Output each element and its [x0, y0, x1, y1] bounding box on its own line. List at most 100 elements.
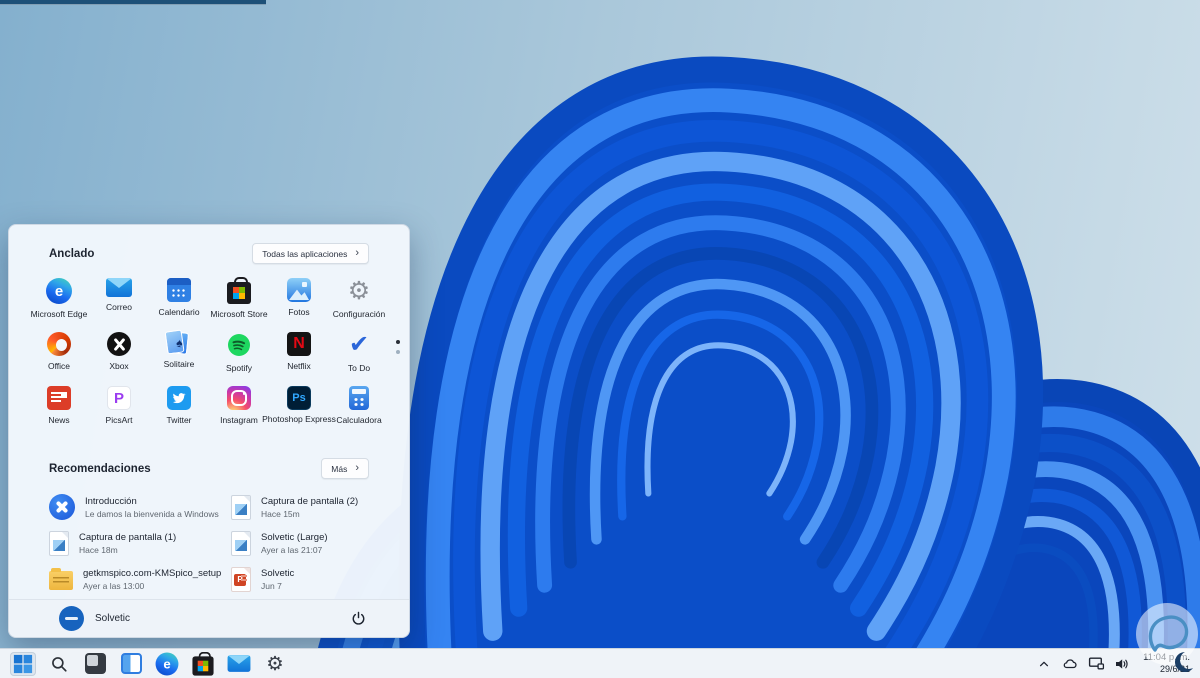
rec-subtitle: Ayer a las 21:07: [261, 544, 323, 555]
task-view-button[interactable]: [82, 652, 108, 676]
recommended-item-solvetic-ppt[interactable]: P Solvetic Jun 7: [231, 561, 369, 597]
time-text: 11:04: [1143, 652, 1167, 664]
settings-gear-icon: ⚙: [347, 276, 371, 305]
rec-title: Solvetic: [261, 567, 295, 579]
edge-icon: e: [155, 652, 179, 675]
recommended-grid: Introducción Le damos la bienvenida a Wi…: [49, 489, 369, 597]
instagram-icon: [227, 386, 251, 410]
recommended-item-kmspico-setup[interactable]: getkmspico.com-KMSpico_setup Ayer a las …: [49, 561, 221, 597]
edge-icon: e: [46, 278, 72, 304]
office-icon: [47, 332, 71, 356]
rec-title: Captura de pantalla (1): [79, 531, 177, 543]
zip-folder-icon: [49, 568, 73, 590]
todo-check-icon: ✔: [348, 331, 370, 358]
more-button[interactable]: Más ›: [321, 458, 369, 479]
taskbar-store-button[interactable]: [190, 651, 216, 676]
search-icon: [52, 656, 67, 672]
picsart-icon: P: [107, 386, 131, 410]
date-text: 29/6/21: [1159, 663, 1190, 674]
time-suffix: p. m.: [1168, 652, 1190, 664]
top-dark-strip: [0, 0, 266, 5]
pinned-app-photoshop-express[interactable]: Ps Photoshop Express: [262, 384, 336, 446]
widgets-button[interactable]: [118, 652, 144, 676]
pinned-app-microsoft-store[interactable]: Microsoft Store: [209, 276, 269, 330]
recommended-item-captura-2[interactable]: Captura de pantalla (2) Hace 15m: [231, 489, 369, 525]
pinned-app-microsoft-edge[interactable]: e Microsoft Edge: [29, 276, 89, 330]
image-file-icon: [231, 494, 251, 520]
settings-gear-icon: ⚙: [266, 652, 284, 675]
app-label: Calculadora: [336, 415, 382, 425]
rec-subtitle: Hace 15m: [261, 508, 300, 519]
rec-title: getkmspico.com-KMSpico_setup: [83, 567, 221, 579]
pinned-app-solitaire[interactable]: ♠ Solitaire: [149, 330, 209, 384]
widgets-icon: [120, 653, 142, 674]
pinned-app-office[interactable]: Office: [29, 330, 89, 384]
spotify-icon: [226, 332, 252, 358]
tray-chevron-up-icon[interactable]: [1035, 655, 1053, 673]
taskbar-edge-button[interactable]: e: [154, 652, 180, 676]
windows-logo-icon: [13, 654, 33, 673]
pinned-apps-grid: e Microsoft Edge Correo Calendario Micro…: [29, 276, 409, 446]
taskbar-mail-button[interactable]: [226, 652, 252, 676]
chevron-right-icon: ›: [355, 247, 359, 259]
mail-icon: [106, 278, 132, 297]
pinned-app-to-do[interactable]: ✔ To Do: [329, 330, 389, 384]
rec-title: Captura de pantalla (2): [261, 495, 359, 507]
rec-title: Solvetic (Large): [261, 531, 328, 543]
pinned-app-correo[interactable]: Correo: [89, 276, 149, 330]
twitter-bird-icon: [167, 386, 191, 410]
system-tray: 11:04 p. m. 29/6/21: [1035, 649, 1190, 678]
solitaire-icon: ♠: [169, 331, 189, 355]
user-avatar[interactable]: [59, 606, 84, 631]
rec-subtitle: Jun 7: [261, 580, 282, 591]
pinned-app-twitter[interactable]: Twitter: [149, 384, 209, 446]
calendar-icon: [167, 278, 191, 302]
recommended-item-introduccion[interactable]: Introducción Le damos la bienvenida a Wi…: [49, 489, 221, 525]
pinned-app-spotify[interactable]: Spotify: [209, 330, 269, 384]
powerpoint-file-icon: P: [231, 566, 251, 592]
netflix-icon: N: [287, 332, 311, 356]
app-label: Configuración: [332, 309, 386, 319]
image-file-icon: [231, 530, 251, 556]
more-label: Más: [331, 463, 348, 474]
desktop: Anclado Todas las aplicaciones › e Micro…: [0, 0, 1200, 678]
user-bar: Solvetic: [9, 599, 409, 637]
photoshop-express-icon: Ps: [287, 386, 311, 410]
news-icon: [47, 386, 71, 410]
rec-title: Introducción: [85, 495, 137, 507]
network-icon[interactable]: [1087, 655, 1105, 673]
image-file-icon: [49, 530, 69, 556]
power-icon: [352, 611, 364, 625]
pinned-pager-dots[interactable]: [396, 340, 400, 354]
clock[interactable]: 11:04 p. m. 29/6/21: [1143, 652, 1190, 674]
recommended-header: Recomendaciones: [49, 462, 151, 475]
recommended-item-captura-1[interactable]: Captura de pantalla (1) Hace 18m: [49, 525, 221, 561]
pinned-app-fotos[interactable]: Fotos: [269, 276, 329, 330]
onedrive-cloud-icon[interactable]: [1061, 655, 1079, 673]
all-apps-label: Todas las aplicaciones: [262, 248, 348, 259]
recommended-item-solvetic-large[interactable]: Solvetic (Large) Ayer a las 21:07: [231, 525, 369, 561]
mail-icon: [227, 655, 251, 672]
rec-subtitle: Le damos la bienvenida a Windows: [85, 508, 219, 519]
pinned-app-news[interactable]: News: [29, 384, 89, 446]
taskbar-settings-button[interactable]: ⚙: [262, 652, 288, 676]
rec-subtitle: Ayer a las 13:00: [83, 580, 145, 591]
pinned-app-netflix[interactable]: N Netflix: [269, 330, 329, 384]
pinned-app-calendario[interactable]: Calendario: [149, 276, 209, 330]
start-menu: Anclado Todas las aplicaciones › e Micro…: [8, 224, 410, 638]
photos-icon: [287, 278, 311, 302]
pinned-app-picsart[interactable]: P PicsArt: [89, 384, 149, 446]
start-button[interactable]: [10, 651, 36, 676]
all-apps-button[interactable]: Todas las aplicaciones ›: [252, 243, 369, 264]
pinned-app-xbox[interactable]: Xbox: [89, 330, 149, 384]
pinned-app-configuracion[interactable]: ⚙ Configuración: [329, 276, 389, 330]
store-icon: [192, 651, 214, 676]
volume-icon[interactable]: [1113, 655, 1131, 673]
power-button[interactable]: [345, 606, 371, 632]
user-name[interactable]: Solvetic: [95, 613, 130, 624]
pinned-app-calculadora[interactable]: Calculadora: [329, 384, 389, 446]
search-button[interactable]: [46, 652, 72, 676]
pinned-app-instagram[interactable]: Instagram: [209, 384, 269, 446]
xbox-icon: [107, 332, 131, 356]
rec-subtitle: Hace 18m: [79, 544, 118, 555]
